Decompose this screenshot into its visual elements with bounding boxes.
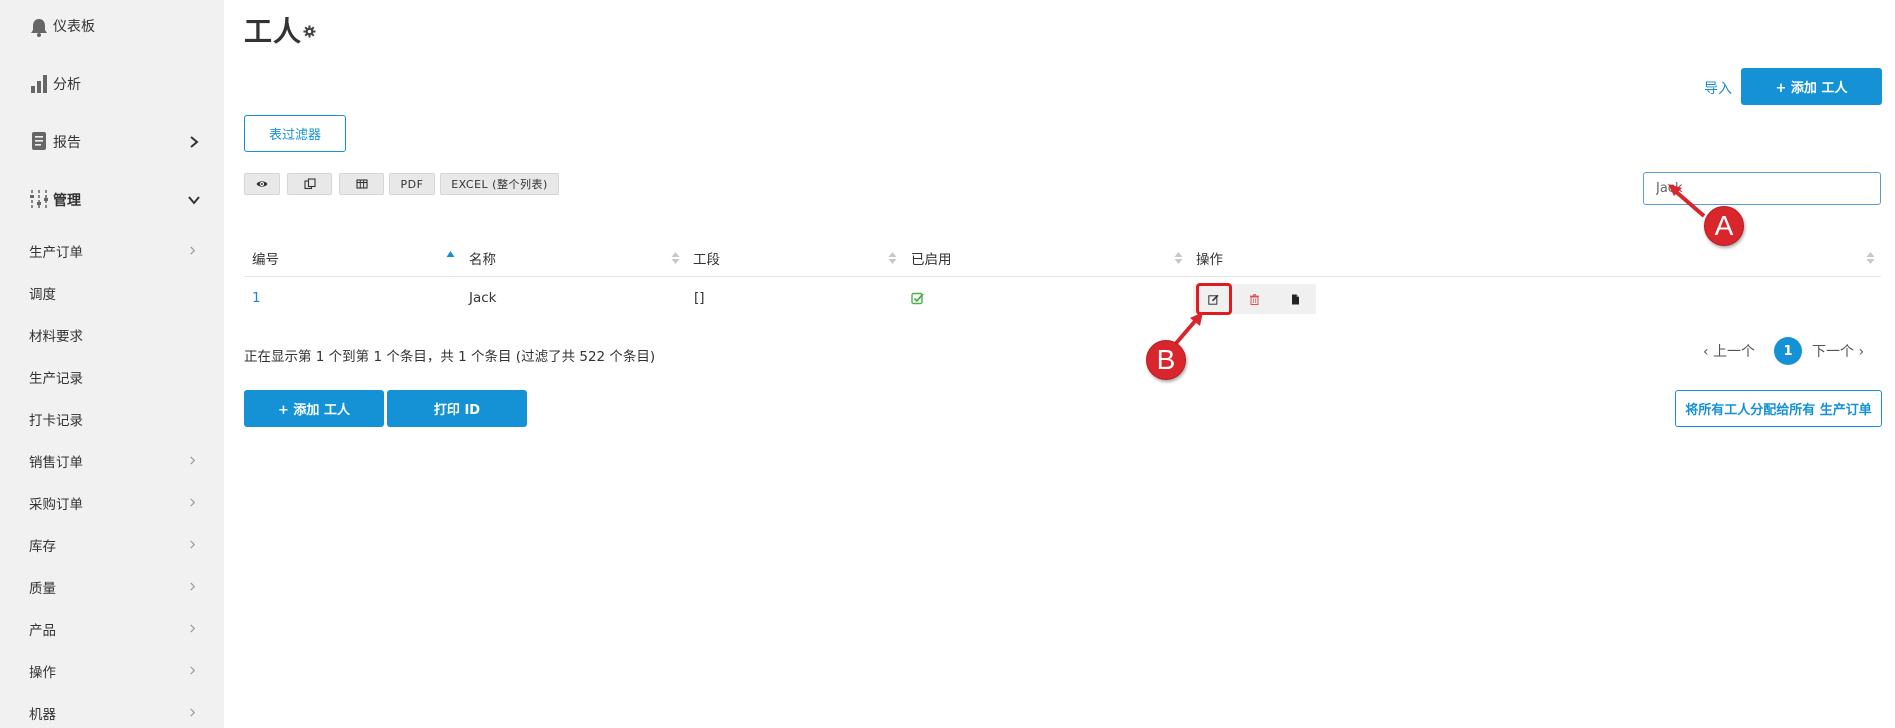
- chevron-right-icon: [190, 624, 196, 633]
- add-worker-button[interactable]: + 添加 工人: [1741, 68, 1882, 105]
- sidebar-item-label: 销售订单: [29, 455, 83, 471]
- column-header-actions[interactable]: 操作: [1196, 248, 1223, 268]
- sidebar-item-inventory[interactable]: 库存: [0, 529, 224, 559]
- sidebar-item-label: 打卡记录: [29, 413, 83, 429]
- excel-button[interactable]: EXCEL (整个列表): [440, 173, 559, 195]
- sidebar: 仪表板 分析 报告 管理 生产订单 调度 材料要求 生产记录 打卡记录 销售订单…: [0, 0, 224, 728]
- column-header-id[interactable]: 编号: [252, 248, 279, 268]
- table-icon: [355, 179, 368, 189]
- chevron-right-icon: [190, 666, 196, 675]
- chevron-right-icon: [190, 708, 196, 717]
- print-id-button[interactable]: 打印 ID: [387, 390, 527, 427]
- pagination-next[interactable]: 下一个 ›: [1812, 341, 1864, 361]
- sidebar-item-label: 采购订单: [29, 497, 83, 513]
- sidebar-item-label: 分析: [53, 77, 81, 93]
- callout-b: B: [1146, 340, 1186, 380]
- report-icon: [32, 132, 46, 150]
- table-divider: [244, 313, 1881, 314]
- row-section: []: [694, 290, 705, 306]
- page-title: 工人: [244, 15, 303, 48]
- chevron-right-icon: [190, 456, 196, 465]
- pdf-button[interactable]: PDF: [389, 173, 435, 195]
- document-icon: [1292, 294, 1299, 304]
- pagination-current-page[interactable]: 1: [1774, 337, 1802, 365]
- chevron-right-icon: [190, 540, 196, 549]
- pagination-prev[interactable]: ‹ 上一个: [1703, 341, 1755, 361]
- sort-icon[interactable]: [1174, 250, 1183, 266]
- sidebar-item-quality[interactable]: 质量: [0, 571, 224, 601]
- chevron-right-icon: [190, 136, 199, 148]
- sidebar-item-label: 产品: [29, 623, 56, 639]
- sort-asc-icon[interactable]: [446, 250, 455, 266]
- chevron-right-icon: [190, 498, 196, 507]
- gear-icon[interactable]: [303, 25, 316, 38]
- chevron-down-icon: [188, 196, 200, 205]
- chevron-right-icon: [190, 246, 196, 255]
- sidebar-item-sales-orders[interactable]: 销售订单: [0, 445, 224, 475]
- sliders-icon: [30, 190, 48, 210]
- table-info: 正在显示第 1 个到第 1 个条目，共 1 个条目 (过滤了共 522 个条目): [244, 349, 656, 365]
- column-header-name[interactable]: 名称: [469, 248, 496, 268]
- sidebar-item-clock-records[interactable]: 打卡记录: [0, 403, 224, 433]
- sidebar-item-dashboard[interactable]: 仪表板: [0, 14, 224, 38]
- sidebar-item-production-records[interactable]: 生产记录: [0, 361, 224, 391]
- copy-button[interactable]: [287, 173, 332, 195]
- sidebar-item-reports[interactable]: 报告: [0, 130, 224, 154]
- sidebar-item-label: 库存: [29, 539, 56, 555]
- sidebar-item-machines[interactable]: 机器: [0, 697, 224, 727]
- sort-icon[interactable]: [888, 250, 897, 266]
- add-worker-bottom-button[interactable]: + 添加 工人: [244, 390, 384, 427]
- sidebar-item-management[interactable]: 管理: [0, 188, 224, 212]
- table-filter-button[interactable]: 表过滤器: [244, 115, 346, 152]
- row-id-link[interactable]: 1: [252, 290, 261, 306]
- sidebar-item-label: 报告: [53, 135, 81, 151]
- callout-a: A: [1704, 206, 1744, 246]
- sidebar-item-analytics[interactable]: 分析: [0, 72, 224, 96]
- sidebar-item-purchase-orders[interactable]: 采购订单: [0, 487, 224, 517]
- bell-icon: [31, 19, 47, 37]
- sort-icon[interactable]: [671, 250, 680, 266]
- eye-icon: [256, 181, 268, 187]
- bar-chart-icon: [31, 75, 47, 93]
- sort-icon[interactable]: [1866, 250, 1875, 266]
- document-button[interactable]: [1275, 284, 1316, 314]
- row-name: Jack: [469, 290, 497, 306]
- assign-all-button[interactable]: 将所有工人分配给所有 生产订单: [1675, 390, 1882, 427]
- sidebar-item-label: 生产记录: [29, 371, 83, 387]
- sidebar-item-scheduling[interactable]: 调度: [0, 277, 224, 307]
- sidebar-item-production-orders[interactable]: 生产订单: [0, 235, 224, 265]
- sidebar-item-label: 调度: [29, 287, 56, 303]
- sidebar-item-label: 机器: [29, 707, 56, 723]
- delete-button[interactable]: [1234, 284, 1275, 314]
- chevron-right-icon: [190, 582, 196, 591]
- column-visibility-button[interactable]: [244, 173, 280, 195]
- sidebar-item-label: 材料要求: [29, 329, 83, 345]
- sidebar-item-label: 生产订单: [29, 245, 83, 261]
- sidebar-item-label: 操作: [29, 665, 56, 681]
- column-header-section[interactable]: 工段: [693, 248, 720, 268]
- copy-icon: [303, 178, 316, 190]
- sidebar-item-label: 仪表板: [53, 19, 95, 35]
- sidebar-item-label: 管理: [53, 193, 81, 209]
- csv-button[interactable]: [339, 173, 384, 195]
- column-header-enabled[interactable]: 已启用: [911, 248, 952, 268]
- table-divider: [244, 276, 1881, 277]
- sidebar-item-material-requirements[interactable]: 材料要求: [0, 319, 224, 349]
- enabled-check-icon: [911, 292, 924, 305]
- trash-icon: [1250, 293, 1259, 305]
- sidebar-item-products[interactable]: 产品: [0, 613, 224, 643]
- sidebar-item-operations[interactable]: 操作: [0, 655, 224, 685]
- sidebar-item-label: 质量: [29, 581, 56, 597]
- import-link[interactable]: 导入: [1704, 78, 1732, 98]
